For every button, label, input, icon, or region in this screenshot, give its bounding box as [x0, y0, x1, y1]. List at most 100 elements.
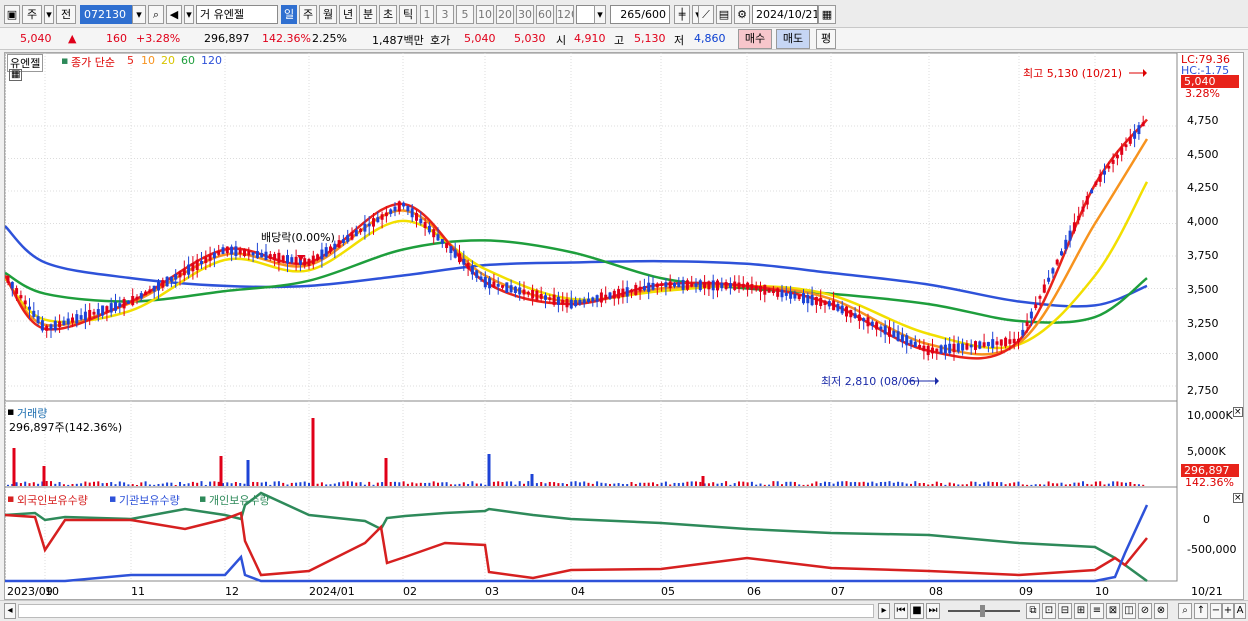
tab-year[interactable]: 년 — [339, 5, 357, 24]
volume-bar — [54, 483, 57, 486]
scrollbar-track[interactable] — [18, 604, 874, 618]
candle-body — [746, 282, 750, 290]
volume-close-icon[interactable]: × — [1233, 407, 1243, 417]
tool-icon-7[interactable]: ◫ — [1122, 603, 1136, 619]
sound-icon[interactable]: ◀ — [166, 5, 182, 24]
tab-month[interactable]: 월 — [319, 5, 337, 24]
candle-body — [995, 341, 999, 345]
font-icon[interactable]: A — [1234, 603, 1246, 619]
interval-60[interactable]: 60 — [536, 5, 554, 24]
buy-button[interactable]: 매수 — [738, 29, 772, 49]
candle-body — [935, 348, 939, 352]
volume-bar — [849, 482, 852, 486]
candle-icon[interactable]: ╪ — [674, 5, 690, 24]
candle-body — [169, 276, 173, 282]
market-type-select[interactable]: 주 — [22, 5, 42, 24]
tab-week[interactable]: 주 — [299, 5, 317, 24]
interval-120[interactable]: 120 — [556, 5, 574, 24]
tool-icon-1[interactable]: ⧉ — [1026, 603, 1040, 619]
chevron-down-icon[interactable]: ▾ — [184, 5, 194, 24]
table-icon[interactable]: ▦ — [9, 69, 23, 81]
tool-icon-4[interactable]: ⊞ — [1074, 603, 1088, 619]
holding-close-icon[interactable]: × — [1233, 493, 1243, 503]
code-input[interactable]: 072130 — [80, 5, 132, 24]
prev-button[interactable]: 전 — [56, 5, 76, 24]
calendar-icon[interactable]: ▦ — [818, 5, 836, 24]
xtick-03: 03 — [485, 585, 499, 598]
tab-day[interactable]: 일 — [281, 5, 297, 24]
code-dropdown-icon[interactable]: ▾ — [132, 5, 146, 24]
interval-10[interactable]: 10 — [476, 5, 494, 24]
interval-5[interactable]: 5 — [456, 5, 474, 24]
gear-icon[interactable]: ⚙ — [734, 5, 750, 24]
volume-bar — [867, 482, 869, 486]
zoom-out-icon[interactable]: − — [1210, 603, 1222, 619]
tab-second[interactable]: 초 — [379, 5, 397, 24]
volume-bar — [561, 483, 564, 486]
volume-bar — [28, 483, 31, 486]
stop-icon[interactable]: ■ — [910, 603, 924, 619]
volume-bar — [879, 482, 882, 486]
zoom-slider-handle[interactable] — [980, 605, 985, 617]
volume-bar — [471, 481, 474, 486]
chart-menu-icon[interactable]: ▣ — [4, 5, 20, 24]
volume-bar — [338, 482, 341, 486]
volume-spike-bar — [487, 454, 491, 486]
interval-3[interactable]: 3 — [436, 5, 454, 24]
candle-body — [806, 294, 810, 304]
candle-body — [96, 309, 100, 315]
interval-30[interactable]: 30 — [516, 5, 534, 24]
candle-body — [883, 325, 887, 335]
chevron-down-icon[interactable]: ▾ — [594, 5, 606, 24]
zoom-in-icon[interactable]: + — [1222, 603, 1234, 619]
xtick-09: 09 — [1019, 585, 1033, 598]
interval-1[interactable]: 1 — [420, 5, 434, 24]
tab-minute[interactable]: 분 — [359, 5, 377, 24]
candle-body — [952, 343, 956, 353]
chevron-down-icon[interactable]: ▾ — [44, 5, 54, 24]
chart-area[interactable]: 유엔젤 ▪ 종가 단순 5 10 20 60 120 ▦ 배당락(0.00%) … — [4, 52, 1244, 600]
candle-body — [152, 285, 156, 292]
sell-button[interactable]: 매도 — [776, 29, 810, 49]
volume-bar — [1129, 481, 1132, 486]
min-arrow-head — [935, 377, 939, 385]
save-icon[interactable]: ▤ — [716, 5, 732, 24]
tool-icon-9[interactable]: ⊗ — [1154, 603, 1168, 619]
tab-tick[interactable]: 틱 — [399, 5, 417, 24]
scroll-right-icon[interactable]: ▸ — [878, 603, 890, 619]
count-input[interactable]: 265/600 — [610, 5, 670, 24]
chart-svg[interactable] — [5, 53, 1245, 601]
volume-legend-marker: ▪ — [7, 405, 15, 418]
tool-icon-5[interactable]: ≡ — [1090, 603, 1104, 619]
stock-name-input[interactable]: 거 유엔젤 — [196, 5, 278, 24]
interval-20[interactable]: 20 — [496, 5, 514, 24]
tool-icon-8[interactable]: ⊘ — [1138, 603, 1152, 619]
volume-bar — [1133, 484, 1136, 486]
volume-bar — [647, 482, 650, 486]
volume-bar — [1137, 484, 1140, 486]
xtick-04: 04 — [571, 585, 585, 598]
ma-5-line — [5, 118, 1148, 360]
date-input[interactable]: 2024/10/21 — [752, 5, 818, 24]
volume-spike-bar — [384, 458, 388, 486]
volume-bar — [991, 481, 994, 486]
candle-body — [518, 287, 522, 295]
arrow-up-icon[interactable]: ↑ — [1194, 603, 1208, 619]
draw-icon[interactable]: ⟋ — [698, 5, 714, 24]
eval-button[interactable]: 평 — [816, 29, 836, 49]
candle-body — [578, 299, 582, 305]
zoom-icon[interactable]: ⌕ — [1178, 603, 1192, 619]
tool-icon-3[interactable]: ⊟ — [1058, 603, 1072, 619]
first-icon[interactable]: ⏮ — [894, 603, 908, 619]
candle-body — [819, 297, 823, 306]
volume-bar — [828, 482, 831, 486]
ytick-3000: 3,000 — [1187, 350, 1219, 363]
candle-body — [505, 282, 509, 293]
tool-icon-6[interactable]: ⊠ — [1106, 603, 1120, 619]
last-icon[interactable]: ⏭ — [926, 603, 940, 619]
scroll-left-icon[interactable]: ◂ — [4, 603, 16, 619]
volume-bar — [806, 484, 809, 486]
search-icon[interactable]: ⌕ — [148, 5, 164, 24]
tool-icon-2[interactable]: ⊡ — [1042, 603, 1056, 619]
volume-bar — [910, 483, 912, 486]
